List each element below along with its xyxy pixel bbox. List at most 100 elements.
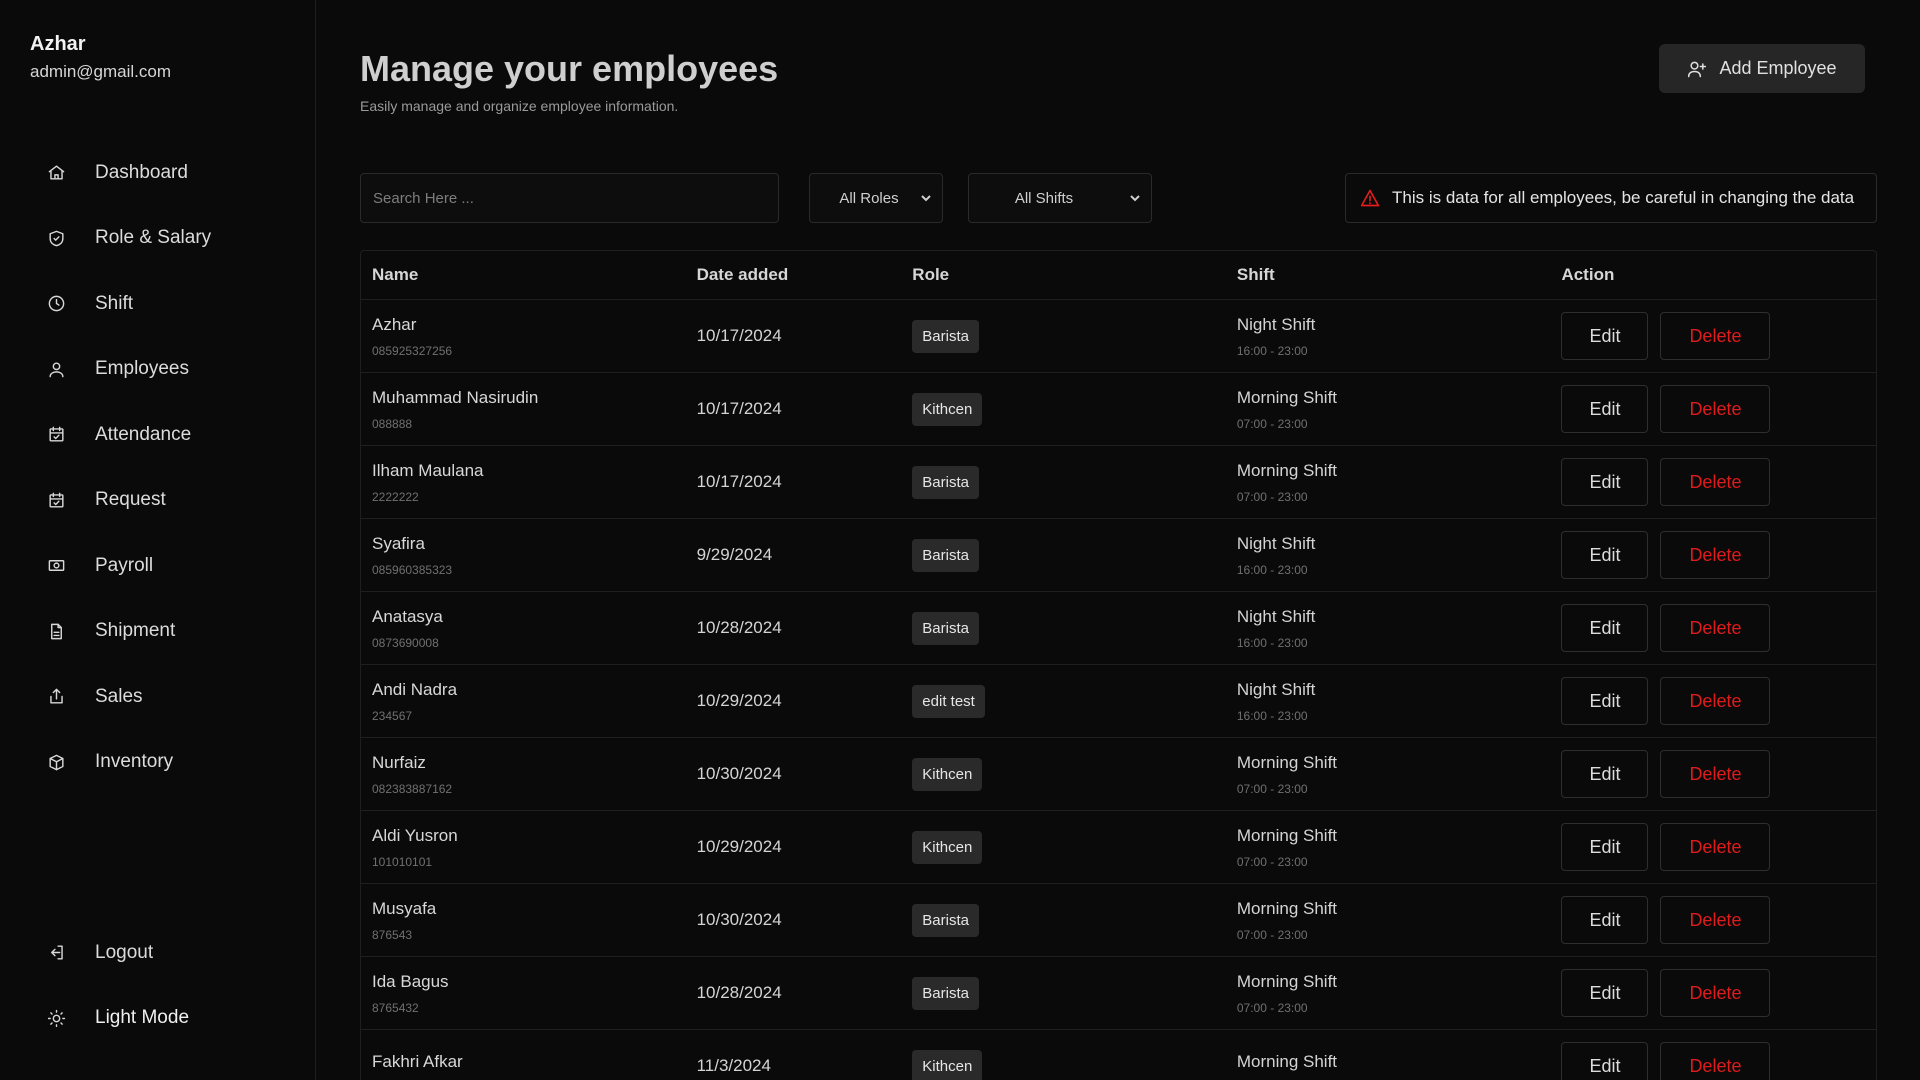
light-mode-toggle[interactable]: Light Mode: [0, 986, 315, 1052]
date-cell: 10/28/2024: [686, 618, 902, 638]
add-employee-label: Add Employee: [1719, 58, 1837, 78]
date-added: 9/29/2024: [696, 545, 773, 564]
edit-button[interactable]: Edit: [1561, 604, 1649, 652]
sidebar-item-shipment[interactable]: Shipment: [0, 599, 315, 665]
delete-button[interactable]: Delete: [1660, 1042, 1771, 1080]
table-row: Muhammad Nasirudin 088888 10/17/2024 Kithce…: [361, 373, 1876, 446]
edit-button[interactable]: Edit: [1561, 969, 1649, 1017]
sidebar-item-payroll[interactable]: Payroll: [0, 533, 315, 599]
add-employee-button[interactable]: Add Employee: [1659, 44, 1865, 93]
role-badge: Barista: [912, 611, 979, 645]
action-cell: Edit Delete: [1550, 823, 1876, 871]
role-cell: Kithcen: [901, 1049, 1226, 1080]
employee-phone: 8765432: [372, 1000, 419, 1015]
user-icon: [46, 359, 66, 379]
delete-button[interactable]: Delete: [1660, 823, 1771, 871]
sidebar-item-label: Sales: [95, 685, 143, 707]
delete-button[interactable]: Delete: [1660, 458, 1771, 506]
role-badge: Kithcen: [912, 757, 983, 791]
role-badge: Barista: [912, 319, 979, 353]
role-cell: Kithcen: [901, 757, 1226, 791]
delete-button[interactable]: Delete: [1660, 969, 1771, 1017]
shift-cell: Night Shift 16:00 - 23:00: [1226, 315, 1551, 358]
table-row: Aldi Yusron 101010101 10/29/2024 Kithcen Mor…: [361, 811, 1876, 884]
edit-button[interactable]: Edit: [1561, 823, 1649, 871]
delete-button[interactable]: Delete: [1660, 896, 1771, 944]
sidebar-item-request[interactable]: Request: [0, 468, 315, 534]
edit-button[interactable]: Edit: [1561, 1042, 1649, 1080]
name-cell: Andi Nadra 234567: [361, 680, 686, 723]
sidebar-item-employees[interactable]: Employees: [0, 337, 315, 403]
action-cell: Edit Delete: [1550, 1042, 1876, 1080]
table-row: Ida Bagus 8765432 10/28/2024 Barista Morning…: [361, 957, 1876, 1030]
delete-button[interactable]: Delete: [1660, 312, 1771, 360]
user-plus-icon: [1687, 59, 1707, 79]
home-icon: [46, 163, 66, 183]
delete-button[interactable]: Delete: [1660, 677, 1771, 725]
search-input[interactable]: [360, 173, 779, 223]
calendar-check-icon: [46, 425, 66, 445]
shifts-select[interactable]: All Shifts: [968, 173, 1152, 223]
employee-name: Anatasya: [372, 606, 443, 626]
role-cell: Kithcen: [901, 392, 1226, 426]
sidebar-item-shift[interactable]: Shift: [0, 271, 315, 337]
shift-cell: Night Shift 16:00 - 23:00: [1226, 607, 1551, 650]
shift-time: 16:00 - 23:00: [1236, 635, 1308, 650]
action-cell: Edit Delete: [1550, 312, 1876, 360]
user-profile: Azhar admin@gmail.com: [30, 33, 171, 82]
edit-button[interactable]: Edit: [1561, 896, 1649, 944]
header-action: Action: [1561, 265, 1615, 284]
chevron-down-icon: [1129, 191, 1141, 208]
role-badge: Kithcen: [912, 1049, 983, 1080]
date-added: 10/30/2024: [696, 910, 782, 929]
name-cell: Aldi Yusron 101010101: [361, 826, 686, 869]
edit-button[interactable]: Edit: [1561, 385, 1649, 433]
name-cell: Anatasya 0873690008: [361, 607, 686, 650]
delete-button[interactable]: Delete: [1660, 531, 1771, 579]
sidebar-item-dashboard[interactable]: Dashboard: [0, 140, 315, 206]
table-row: Musyafa 876543 10/30/2024 Barista Morning Sh…: [361, 884, 1876, 957]
header-role: Role: [912, 265, 950, 284]
table-row: Anatasya 0873690008 10/28/2024 Barista Night…: [361, 592, 1876, 665]
sidebar-item-label: Employees: [95, 358, 189, 380]
date-cell: 10/29/2024: [686, 691, 902, 711]
employee-phone: 082383887162: [372, 781, 453, 796]
delete-button[interactable]: Delete: [1660, 750, 1771, 798]
shift-name: Morning Shift: [1236, 387, 1338, 407]
warning-banner: This is data for all employees, be caref…: [1345, 173, 1877, 223]
shift-time: 16:00 - 23:00: [1236, 708, 1308, 723]
sidebar-item-inventory[interactable]: Inventory: [0, 730, 315, 796]
date-added: 10/28/2024: [696, 618, 782, 637]
edit-button[interactable]: Edit: [1561, 750, 1649, 798]
employee-name: Azhar: [372, 314, 417, 334]
delete-button[interactable]: Delete: [1660, 385, 1771, 433]
employee-phone: 0873690008: [372, 635, 439, 650]
edit-button[interactable]: Edit: [1561, 677, 1649, 725]
employees-table: Name Date added Role Shift Action Azhar 0…: [360, 250, 1877, 1080]
sidebar-item-role-salary[interactable]: Role & Salary: [0, 206, 315, 272]
name-cell: Musyafa 876543: [361, 899, 686, 942]
employee-name: Fakhri Afkar: [372, 1051, 463, 1071]
shift-time: 07:00 - 23:00: [1236, 416, 1308, 431]
role-badge: Barista: [912, 976, 979, 1010]
role-badge: Barista: [912, 465, 979, 499]
date-cell: 9/29/2024: [686, 545, 902, 565]
chevron-down-icon: [920, 191, 932, 208]
logout-button[interactable]: Logout: [0, 920, 315, 986]
edit-button[interactable]: Edit: [1561, 531, 1649, 579]
shift-name: Night Shift: [1236, 679, 1316, 699]
employee-name: Aldi Yusron: [372, 825, 458, 845]
roles-select[interactable]: All Roles: [809, 173, 943, 223]
table-row: Nurfaiz 082383887162 10/30/2024 Kithcen Morn…: [361, 738, 1876, 811]
delete-button[interactable]: Delete: [1660, 604, 1771, 652]
edit-button[interactable]: Edit: [1561, 458, 1649, 506]
logout-label: Logout: [95, 941, 154, 963]
shift-cell: Night Shift 16:00 - 23:00: [1226, 534, 1551, 577]
date-cell: 11/3/2024: [686, 1056, 902, 1076]
edit-button[interactable]: Edit: [1561, 312, 1649, 360]
sidebar-item-attendance[interactable]: Attendance: [0, 402, 315, 468]
name-cell: Muhammad Nasirudin 088888: [361, 388, 686, 431]
action-cell: Edit Delete: [1550, 531, 1876, 579]
sidebar-item-sales[interactable]: Sales: [0, 664, 315, 730]
clock-icon: [46, 294, 66, 314]
